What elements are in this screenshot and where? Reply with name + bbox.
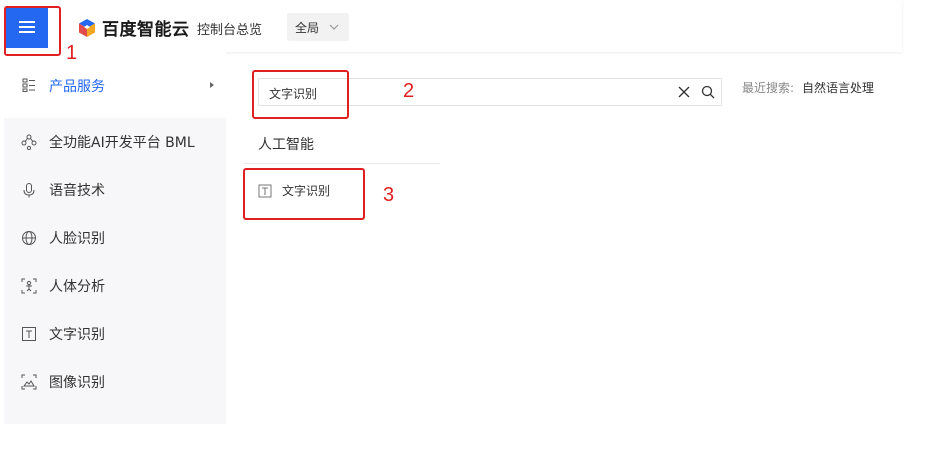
recent-search-link[interactable]: 自然语言处理 — [802, 81, 874, 95]
sidebar-item-label: 语音技术 — [49, 183, 105, 199]
logo-cube-icon — [79, 18, 95, 37]
annotation-box-2 — [252, 70, 349, 119]
console-overview-link[interactable]: 控制台总览 — [197, 19, 262, 38]
sidebar-item-label: 文字识别 — [49, 327, 105, 343]
sidebar-item-image[interactable]: 图像识别 — [4, 358, 226, 406]
sidebar: 产品服务 全功能AI开发平台 BML 语音技术 人脸识别 人体分析 文字识别 图… — [4, 52, 226, 424]
annotation-number-1: 1 — [66, 42, 78, 64]
sidebar-item-body[interactable]: 人体分析 — [4, 262, 226, 310]
top-bar: 百度智能云 控制台总览 全局 — [0, 0, 902, 52]
nodes-icon — [21, 134, 37, 150]
recent-search-label: 最近搜索: — [742, 81, 795, 95]
sidebar-item-bml[interactable]: 全功能AI开发平台 BML — [4, 118, 226, 166]
chevron-down-icon — [329, 24, 339, 30]
sidebar-item-speech[interactable]: 语音技术 — [4, 166, 226, 214]
region-select[interactable]: 全局 — [287, 13, 349, 41]
brand-name: 百度智能云 — [102, 20, 190, 40]
annotation-number-3: 3 — [383, 184, 395, 206]
annotation-number-2: 2 — [403, 80, 415, 102]
sidebar-item-face[interactable]: 人脸识别 — [4, 214, 226, 262]
divider — [244, 163, 440, 164]
annotation-box-1 — [4, 6, 61, 56]
sidebar-item-products[interactable]: 产品服务 — [4, 52, 226, 118]
grid-list-icon — [22, 78, 35, 92]
search-icon[interactable] — [701, 85, 715, 99]
body-scan-icon — [21, 278, 37, 294]
text-icon — [22, 327, 36, 341]
annotation-box-3 — [243, 168, 365, 220]
sidebar-item-label: 图像识别 — [49, 375, 105, 391]
sidebar-item-ocr[interactable]: 文字识别 — [4, 310, 226, 358]
sidebar-item-label: 人体分析 — [49, 279, 105, 295]
region-value: 全局 — [295, 20, 320, 35]
recent-searches: 最近搜索: 自然语言处理 — [742, 79, 874, 96]
microphone-icon — [23, 183, 35, 198]
brand-logo[interactable]: 百度智能云 — [78, 15, 190, 40]
sidebar-item-label: 全功能AI开发平台 BML — [49, 135, 195, 151]
caret-right-icon — [210, 82, 214, 88]
sidebar-item-label: 产品服务 — [49, 79, 105, 95]
close-icon[interactable] — [677, 85, 691, 99]
result-category-title: 人工智能 — [258, 137, 314, 153]
sidebar-item-label: 人脸识别 — [49, 231, 105, 247]
globe-icon — [22, 231, 36, 245]
image-scan-icon — [21, 374, 37, 390]
